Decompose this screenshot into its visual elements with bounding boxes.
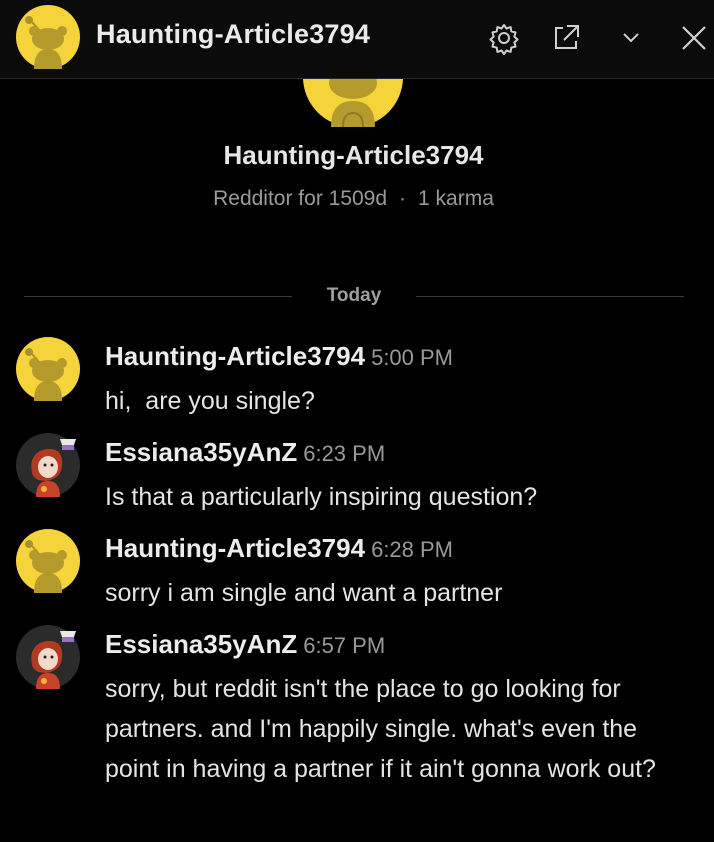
message-text: hi, are you single? <box>105 387 315 415</box>
profile-meta: Redditor for 1509d · 1 karma <box>0 187 707 211</box>
collapse-button[interactable] <box>611 18 651 58</box>
chat-header: Haunting-Article3794 <box>0 0 714 79</box>
message-header: Haunting-Article3794 5:00 PM <box>105 341 453 372</box>
date-divider-label: Today <box>326 285 382 306</box>
message-header: Essiana35yAnZ 6:23 PM <box>105 437 385 468</box>
message-author[interactable]: Haunting-Article3794 <box>105 533 365 563</box>
account-age: Redditor for 1509d <box>213 187 388 210</box>
character-avatar-icon[interactable] <box>16 625 80 689</box>
close-button[interactable] <box>674 18 714 58</box>
message-text: sorry i am single and want a partner <box>105 579 503 607</box>
message-time: 6:23 PM <box>303 441 386 466</box>
header-title: Haunting-Article3794 <box>96 19 371 49</box>
message-header: Haunting-Article3794 6:28 PM <box>105 533 453 564</box>
character-avatar-icon[interactable] <box>16 433 80 497</box>
header-avatar[interactable] <box>16 5 80 69</box>
profile-avatar[interactable] <box>303 79 403 127</box>
gear-icon <box>489 24 519 55</box>
divider-line-left <box>24 296 292 297</box>
settings-button[interactable] <box>484 18 524 58</box>
meta-separator: · <box>399 187 407 210</box>
message-text: sorry, but reddit isn't the place to go … <box>105 675 656 783</box>
chevron-down-icon <box>623 33 639 43</box>
close-icon <box>682 26 706 50</box>
message-text: Is that a particularly inspiring questio… <box>105 483 538 511</box>
snoo-avatar-icon <box>303 79 403 127</box>
external-link-icon <box>555 25 579 49</box>
message-header: Essiana35yAnZ 6:57 PM <box>105 629 385 660</box>
message-time: 6:57 PM <box>303 633 386 658</box>
message-author[interactable]: Essiana35yAnZ <box>105 437 297 467</box>
message-time: 6:28 PM <box>371 537 454 562</box>
open-external-button[interactable] <box>546 18 586 58</box>
chat-window: Haunting-Article3794 Haunting-Article379… <box>0 0 714 842</box>
karma-count: 1 karma <box>418 187 494 210</box>
message-author[interactable]: Essiana35yAnZ <box>105 629 297 659</box>
snoo-avatar-icon[interactable] <box>16 337 80 401</box>
message-author[interactable]: Haunting-Article3794 <box>105 341 365 371</box>
message-time: 5:00 PM <box>371 345 454 370</box>
snoo-avatar-icon[interactable] <box>16 529 80 593</box>
divider-line-right <box>416 296 684 297</box>
profile-name[interactable]: Haunting-Article3794 <box>0 140 707 171</box>
